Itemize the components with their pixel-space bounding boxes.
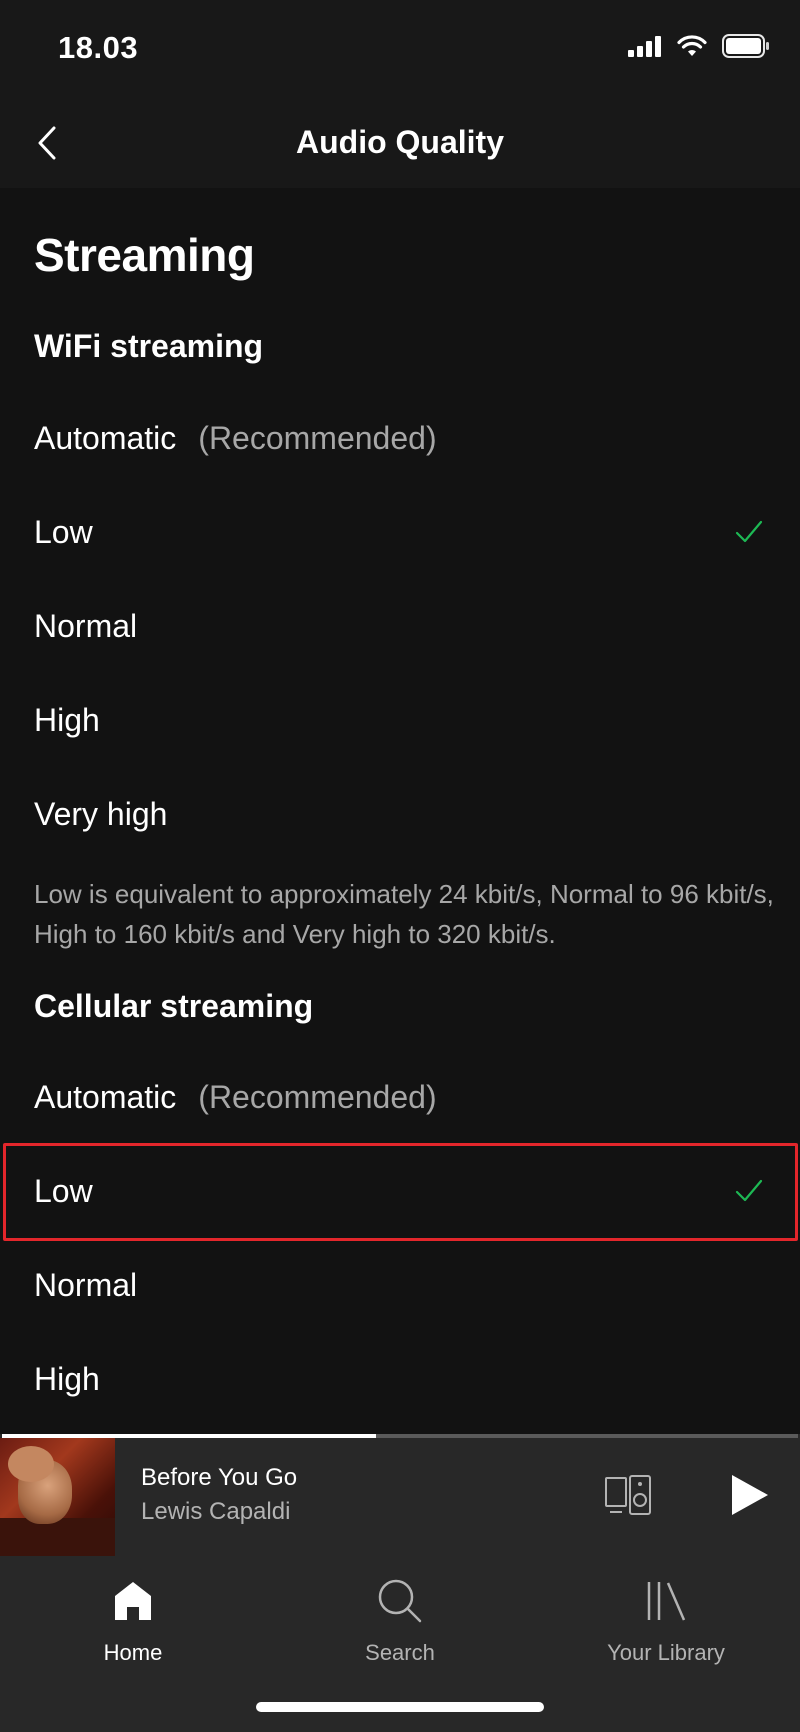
- option-label: Automatic: [34, 1078, 177, 1115]
- option-label: High: [34, 1360, 100, 1397]
- tab-search[interactable]: Search: [300, 1576, 500, 1666]
- group-title-wifi: WiFi streaming: [34, 328, 264, 364]
- option-label: High: [34, 701, 100, 738]
- battery-icon: [722, 34, 769, 58]
- album-art[interactable]: [0, 1438, 115, 1556]
- cellular-option-normal[interactable]: Normal: [0, 1238, 800, 1332]
- cellular-option-high[interactable]: High: [0, 1332, 800, 1426]
- track-title: Before You Go: [141, 1464, 298, 1491]
- wifi-option-automatic[interactable]: Automatic (Recommended): [0, 391, 800, 485]
- group-title-cellular: Cellular streaming: [34, 988, 314, 1024]
- cellular-signal-icon: [628, 36, 661, 57]
- page-title: Audio Quality: [296, 124, 504, 160]
- home-indicator: [256, 1702, 544, 1712]
- section-title-streaming: Streaming: [34, 229, 255, 281]
- option-label: Very high: [34, 795, 168, 832]
- search-icon: [378, 1579, 422, 1623]
- status-icons: [628, 34, 770, 58]
- option-label: Low: [34, 1172, 93, 1209]
- option-label: Automatic: [34, 419, 177, 456]
- option-label: Normal: [34, 1266, 138, 1303]
- playback-progress-bar: [2, 1434, 798, 1438]
- header: Audio Quality: [0, 100, 800, 188]
- wifi-option-normal[interactable]: Normal: [0, 579, 800, 673]
- wifi-option-low[interactable]: Low: [0, 485, 800, 579]
- settings-content[interactable]: Streaming WiFi streaming Automatic (Reco…: [0, 188, 800, 1438]
- option-hint: (Recommended): [198, 419, 437, 456]
- mini-player[interactable]: Before You Go Lewis Capaldi: [0, 1434, 800, 1556]
- option-label: Low: [34, 513, 93, 550]
- cellular-option-automatic[interactable]: Automatic (Recommended): [0, 1050, 800, 1144]
- library-icon: [647, 1582, 686, 1621]
- home-icon: [115, 1582, 151, 1620]
- bitrate-description: Low is equivalent to approximately 24 kb…: [34, 879, 774, 949]
- option-hint: (Recommended): [198, 1078, 437, 1115]
- devices-icon: [605, 1475, 651, 1515]
- wifi-option-high[interactable]: High: [0, 673, 800, 767]
- devices-button[interactable]: [604, 1470, 654, 1520]
- option-label: Normal: [34, 607, 138, 644]
- play-button[interactable]: [726, 1472, 772, 1518]
- play-icon: [732, 1475, 768, 1515]
- tab-your-library[interactable]: Your Library: [566, 1576, 766, 1666]
- status-bar: 18.03: [0, 0, 800, 100]
- wifi-icon: [677, 35, 707, 56]
- tab-label: Your Library: [607, 1640, 725, 1665]
- audio-quality-screen: 18.03 Audio Quality Streaming WiFi strea…: [0, 0, 800, 1732]
- wifi-option-very-high[interactable]: Very high: [0, 767, 800, 861]
- checkmark-icon: [735, 520, 763, 543]
- track-artist: Lewis Capaldi: [141, 1498, 291, 1525]
- status-time: 18.03: [58, 30, 139, 65]
- cellular-option-low[interactable]: Low: [0, 1144, 800, 1238]
- checkmark-icon: [735, 1179, 763, 1202]
- tab-label: Home: [103, 1640, 163, 1665]
- tab-label: Search: [365, 1640, 435, 1665]
- tab-home[interactable]: Home: [33, 1576, 233, 1666]
